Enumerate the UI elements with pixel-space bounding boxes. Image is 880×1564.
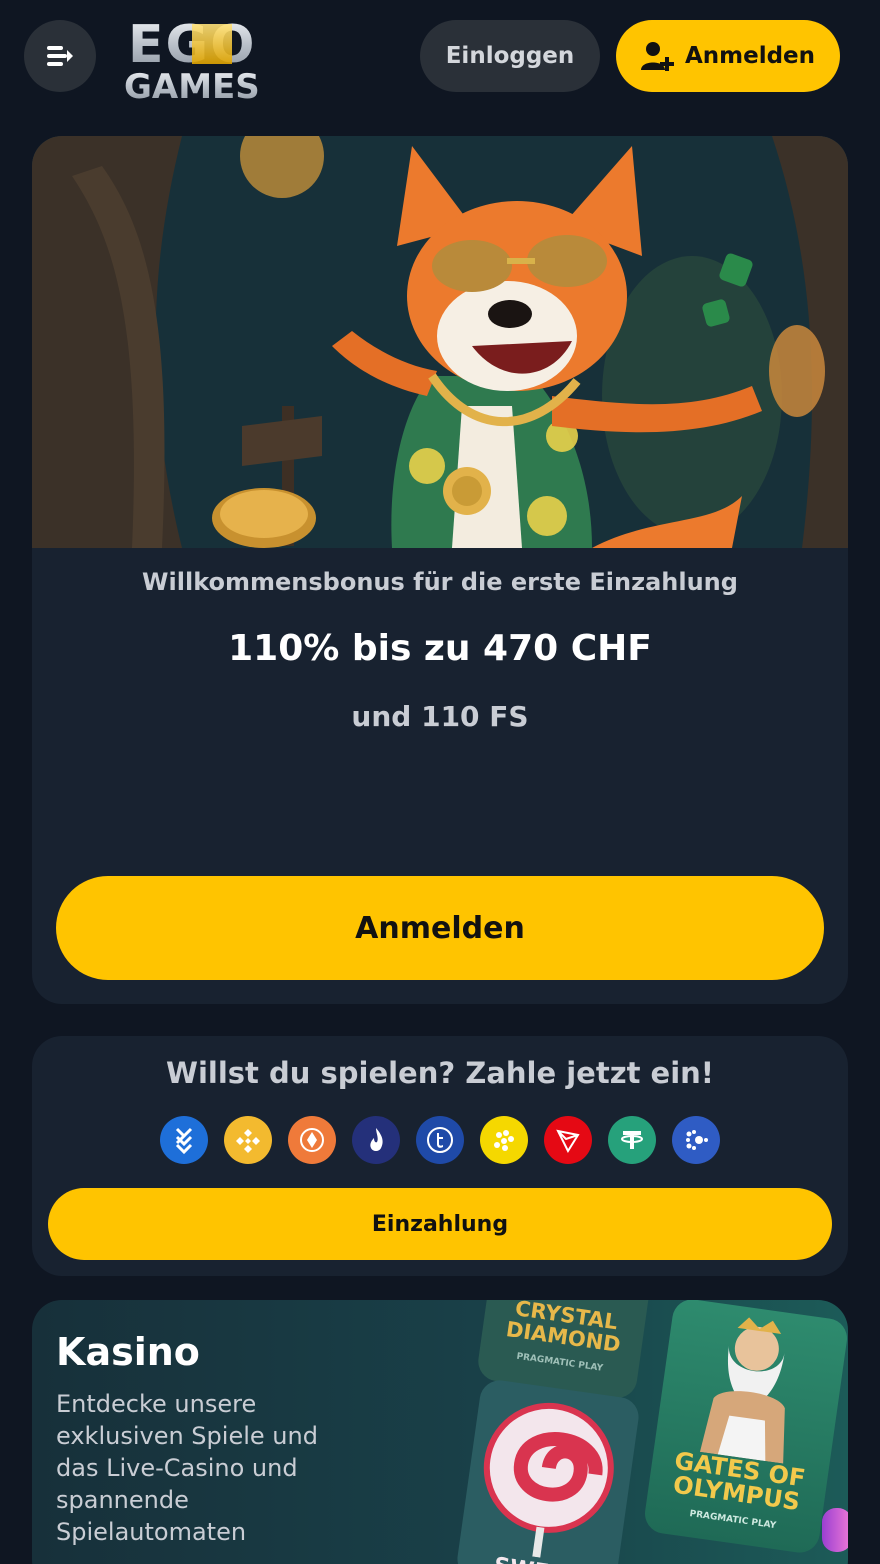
diamond-coin-icon bbox=[288, 1116, 336, 1164]
binance-icon bbox=[224, 1116, 272, 1164]
login-label: Einloggen bbox=[445, 43, 575, 69]
casino-card[interactable]: Kasino Entdecke unsere exklusiven Spiele… bbox=[32, 1300, 848, 1564]
ego-games-logo[interactable]: EGO GAMES bbox=[122, 10, 306, 104]
tron-icon bbox=[544, 1116, 592, 1164]
logo-games-text: GAMES bbox=[124, 67, 260, 104]
login-button[interactable]: Einloggen bbox=[420, 20, 600, 92]
deposit-button[interactable]: Einzahlung bbox=[48, 1188, 832, 1260]
tether-t-icon bbox=[416, 1116, 464, 1164]
payment-methods bbox=[160, 1116, 720, 1164]
bitcoin-blue-icon bbox=[160, 1116, 208, 1164]
network-coin-icon bbox=[672, 1116, 720, 1164]
flame-coin-icon bbox=[352, 1116, 400, 1164]
hero-fox-illustration bbox=[32, 136, 848, 548]
promo-headline: 110% bis zu 470 CHF bbox=[228, 628, 652, 669]
menu-button[interactable] bbox=[24, 20, 96, 92]
top-header: EGO GAMES Einloggen Anmelden bbox=[0, 0, 880, 112]
signup-button[interactable]: Anmelden bbox=[616, 20, 840, 92]
deposit-card: Willst du spielen? Zahle jetzt ein! Einz… bbox=[32, 1036, 848, 1276]
game-title: CRYSTAL DIAMOND bbox=[504, 1300, 623, 1357]
lollipop-illustration bbox=[483, 1402, 614, 1558]
promo-subtitle: Willkommensbonus für die erste Einzahlun… bbox=[142, 568, 738, 596]
promo-signup-label: Anmelden bbox=[355, 910, 525, 946]
deposit-label: Einzahlung bbox=[371, 1211, 509, 1237]
promo-free-spins: und 110 FS bbox=[351, 700, 529, 733]
deposit-title: Willst du spielen? Zahle jetzt ein! bbox=[165, 1056, 715, 1090]
candy-decoration bbox=[822, 1508, 848, 1552]
casino-description: Entdecke unsere exklusiven Spiele und da… bbox=[56, 1390, 318, 1546]
game-tile-sweet[interactable]: SWEET bbox=[454, 1377, 642, 1564]
signup-label: Anmelden bbox=[684, 43, 816, 69]
game-tile-gates-of-olympus[interactable]: GATES OF OLYMPUS PRAGMATIC PLAY bbox=[642, 1300, 848, 1556]
promo-signup-button[interactable]: Anmelden bbox=[56, 876, 824, 980]
usdt-icon bbox=[608, 1116, 656, 1164]
menu-icon bbox=[47, 46, 73, 66]
casino-title: Kasino bbox=[56, 1330, 200, 1374]
zeus-illustration bbox=[699, 1317, 785, 1464]
welcome-bonus-card: Willkommensbonus für die erste Einzahlun… bbox=[32, 136, 848, 1004]
dots-coin-icon bbox=[480, 1116, 528, 1164]
add-user-icon bbox=[640, 42, 674, 71]
